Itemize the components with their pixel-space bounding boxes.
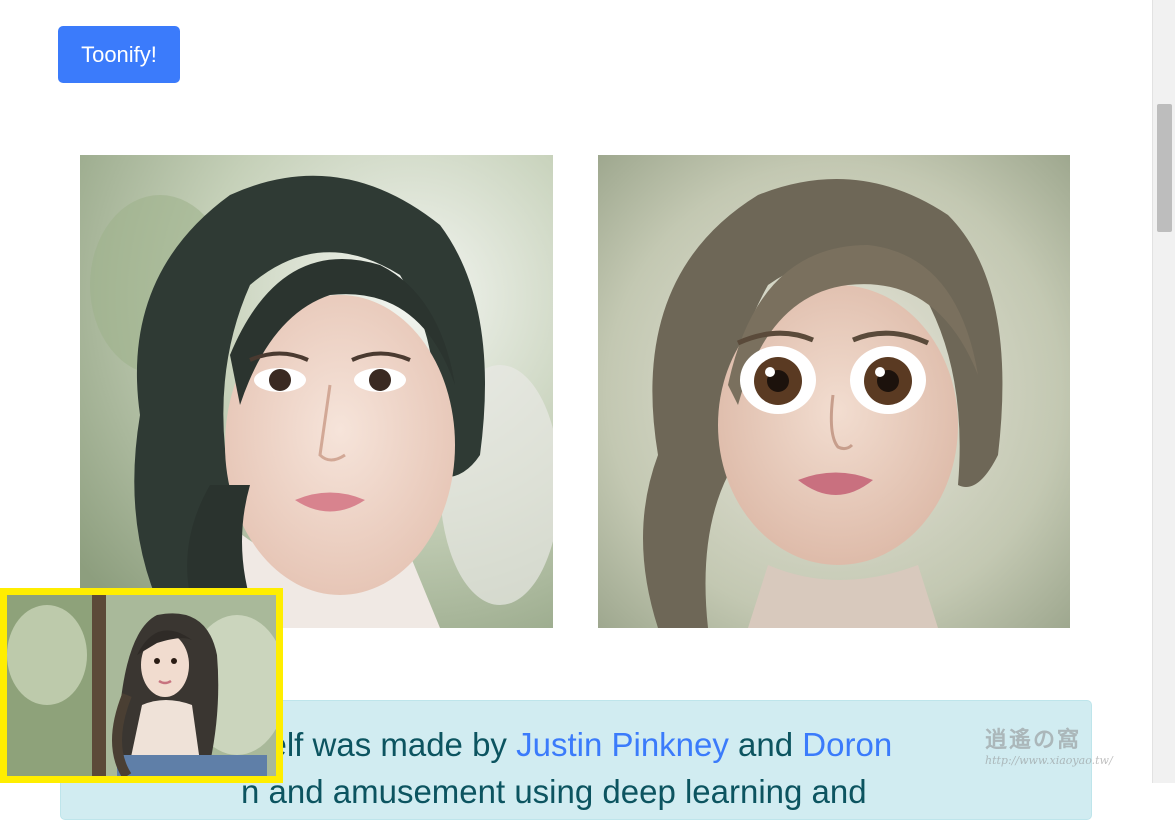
watermark-logo: 逍遙の窩 <box>985 727 1082 753</box>
scrollbar-thumb[interactable] <box>1157 104 1172 232</box>
output-photo <box>598 155 1070 628</box>
alert-text-b: and <box>728 726 803 763</box>
page-scrollbar[interactable] <box>1152 0 1175 783</box>
link-doron[interactable]: Doron <box>802 726 892 763</box>
link-justin-pinkney[interactable]: Justin Pinkney <box>516 726 729 763</box>
alert-text-line2: n and amusement using deep learning and <box>241 773 867 810</box>
watermark-url: http://www.xiaoyao.tw/ <box>985 754 1113 767</box>
input-photo-image <box>80 155 553 628</box>
toonify-button[interactable]: Toonify! <box>58 26 180 83</box>
input-photo <box>80 155 553 628</box>
thumbnail-image <box>7 595 276 776</box>
original-photo-thumbnail <box>0 588 283 783</box>
site-watermark: 逍遙の窩 http://www.xiaoyao.tw/ <box>985 722 1150 777</box>
output-photo-image <box>598 155 1070 628</box>
